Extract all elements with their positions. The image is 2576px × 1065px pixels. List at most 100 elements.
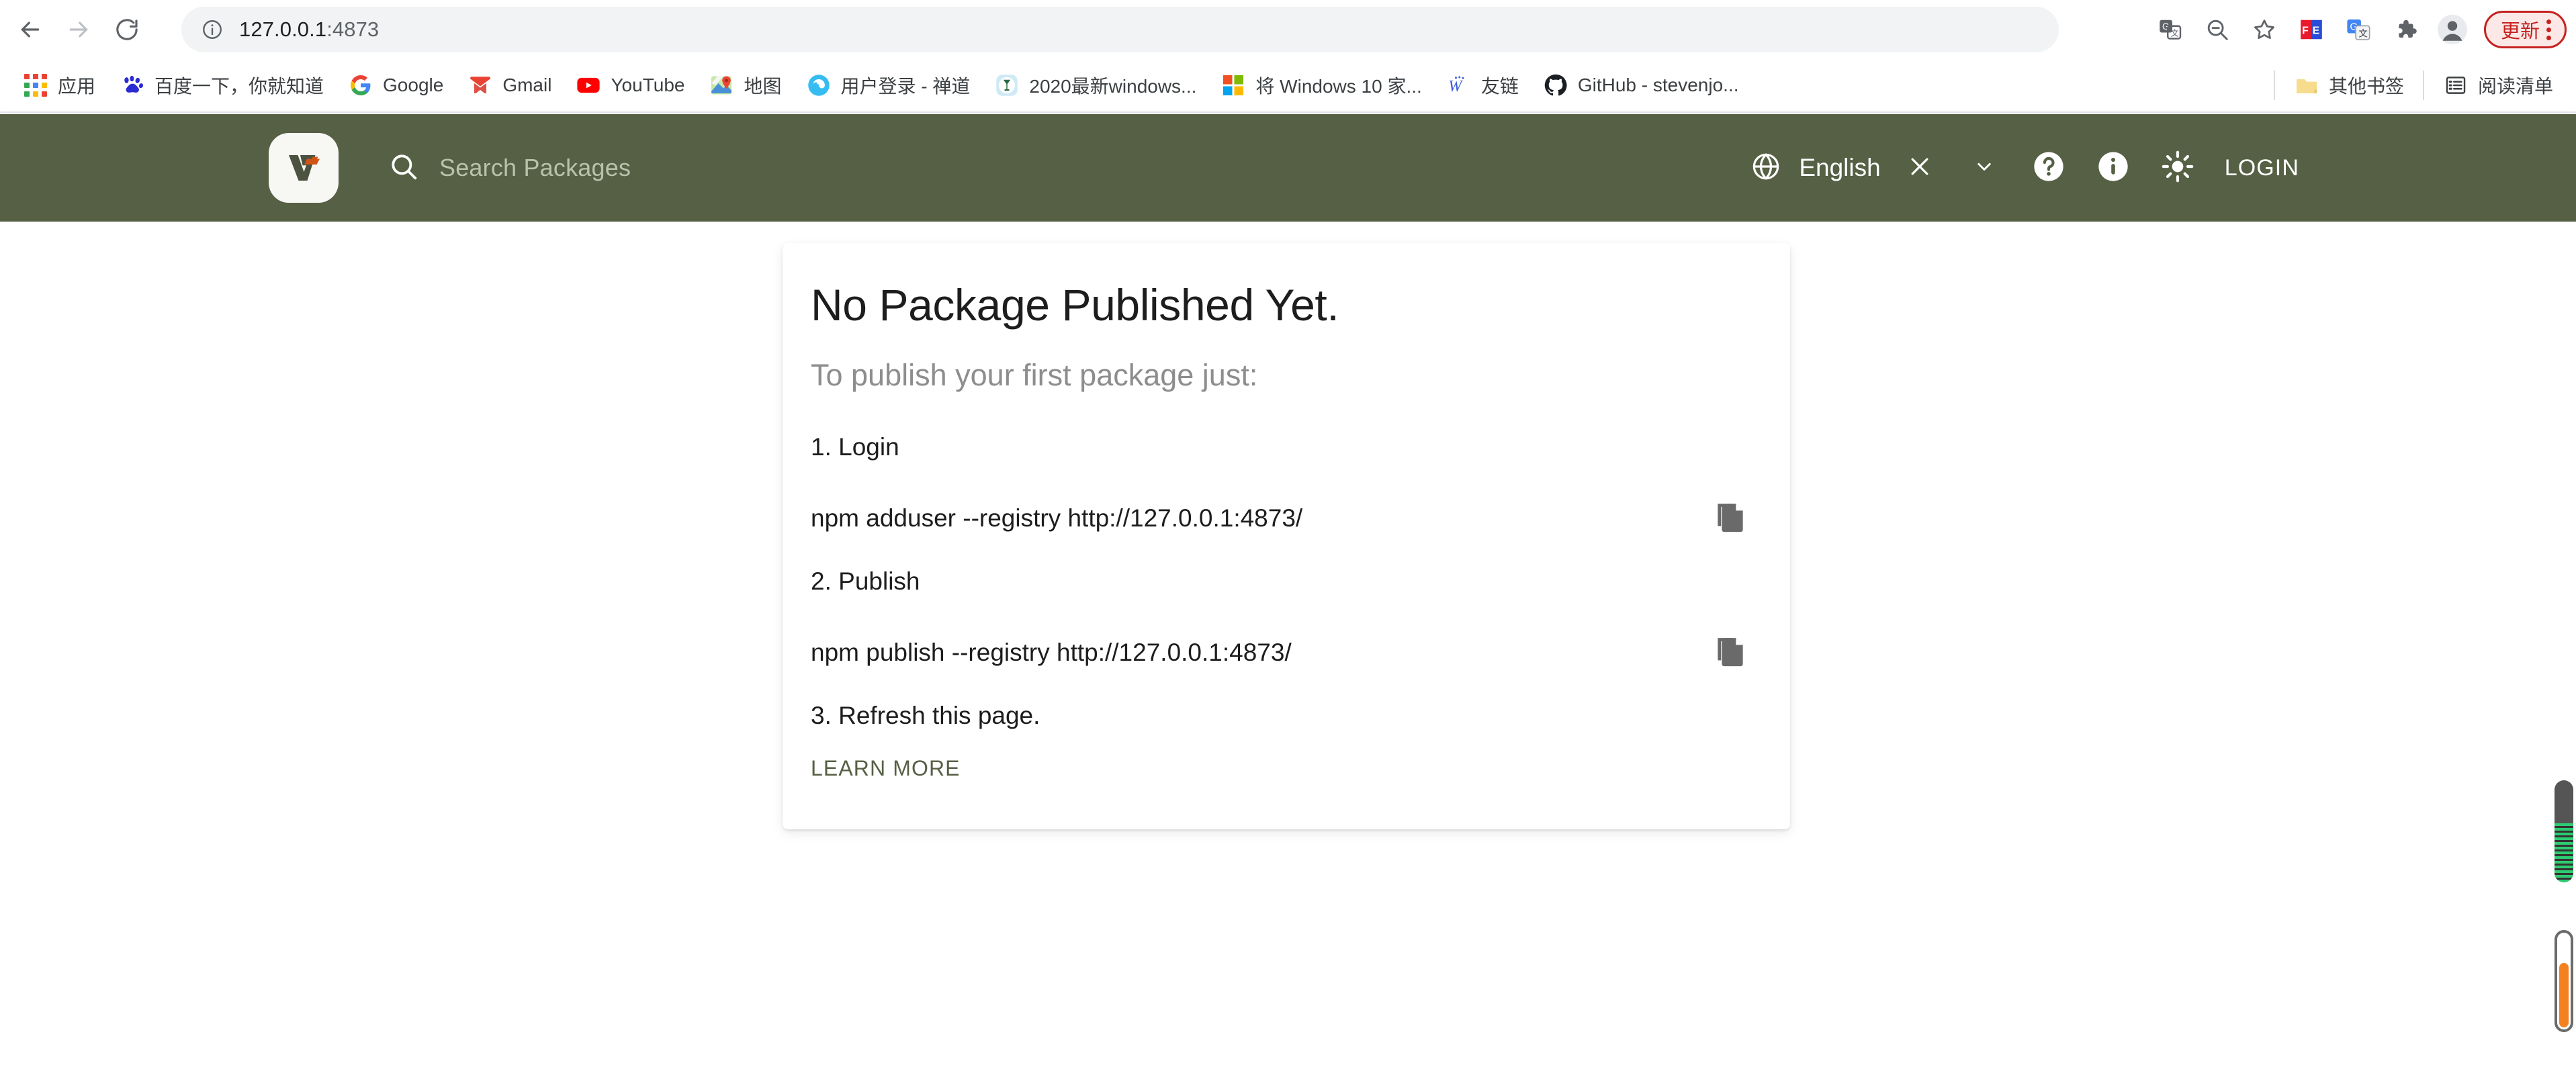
svg-text:W: W — [1448, 78, 1463, 95]
reload-button[interactable] — [107, 10, 146, 49]
orange-progress-indicator[interactable] — [2555, 930, 2573, 1032]
bookmark-star-icon[interactable] — [2244, 9, 2285, 50]
language-label: English — [1799, 154, 1881, 181]
orange-progress-fill — [2559, 963, 2569, 1027]
divider — [2273, 71, 2275, 100]
bookmark-reading-list[interactable]: 阅读清单 — [2431, 65, 2565, 105]
close-x-icon — [1906, 153, 1933, 183]
help-circle-icon — [2031, 149, 2066, 187]
extensions-puzzle-icon[interactable] — [2385, 9, 2426, 50]
windows-doc-icon — [994, 73, 1020, 98]
google-icon — [348, 73, 373, 98]
chevron-down-icon — [1972, 154, 1996, 182]
copy-icon[interactable] — [1707, 495, 1754, 542]
bookmark-other-bookmarks[interactable]: 其他书签 — [2282, 65, 2416, 105]
bookmark-label: 阅读清单 — [2477, 76, 2553, 97]
bookmark-gmail[interactable]: Gmail — [455, 65, 564, 105]
arrow-left-icon — [17, 16, 44, 43]
bookmark-maps[interactable]: 地图 — [697, 65, 793, 105]
bookmark-youlian[interactable]: W 友链 — [1434, 65, 1531, 105]
bookmark-label: 将 Windows 10 家... — [1255, 76, 1422, 97]
page-title: No Package Published Yet. — [811, 280, 1339, 330]
language-selector[interactable]: English — [1744, 151, 1887, 185]
publish-steps: 1. Login npm adduser --registry http://1… — [811, 433, 1762, 730]
language-dropdown-button[interactable] — [1952, 136, 2016, 200]
bookmark-zentao[interactable]: 用户登录 - 禅道 — [794, 65, 983, 105]
bookmarks-bar-right: 其他书签 阅读清单 — [2267, 65, 2565, 105]
copy-icon[interactable] — [1707, 629, 1754, 676]
bookmark-label: 友链 — [1480, 76, 1519, 97]
step-2-command: npm publish --registry http://127.0.0.1:… — [811, 638, 1292, 666]
kebab-menu-icon[interactable] — [2546, 19, 2551, 40]
bookmark-apps[interactable]: 应用 — [11, 65, 107, 105]
bookmark-label: YouTube — [611, 75, 685, 95]
bookmark-youtube[interactable]: YouTube — [564, 65, 697, 105]
bookmark-label: Google — [383, 75, 444, 95]
folder-icon — [2294, 73, 2319, 98]
back-button[interactable] — [11, 10, 50, 49]
bookmark-github[interactable]: GitHub - stevenjo... — [1531, 65, 1751, 105]
card-subtitle: To publish your first package just: — [811, 357, 1258, 392]
svg-text:文: 文 — [2171, 28, 2179, 38]
verdaccio-header-actions: English LOGIN — [1744, 136, 2314, 200]
svg-text:E: E — [2313, 25, 2320, 36]
info-circle-icon — [2096, 149, 2131, 187]
package-search[interactable]: Search Packages — [388, 151, 1744, 185]
github-icon — [1543, 73, 1568, 98]
divider — [2422, 71, 2424, 100]
baidu-icon — [120, 73, 145, 98]
search-input[interactable]: Search Packages — [439, 154, 631, 182]
bookmark-label: 地图 — [744, 76, 782, 97]
browser-nav-group — [11, 10, 146, 49]
toolbar-right-icons: G 文 F E G 文 更新 — [2149, 5, 2567, 54]
address-bar-url: 127.0.0.1:4873 — [239, 17, 379, 42]
svg-text:F: F — [2302, 25, 2309, 36]
step-3-label: 3. Refresh this page. — [811, 701, 1040, 729]
forward-button[interactable] — [59, 10, 98, 49]
verdaccio-app-header: Search Packages English LOGIN — [0, 114, 2576, 222]
bookmark-label: 用户登录 - 禅道 — [840, 76, 971, 97]
learn-more-link[interactable]: LEARN MORE — [811, 756, 961, 781]
fe-extension-icon[interactable]: F E — [2291, 9, 2332, 50]
bookmark-label: 百度一下，你就知道 — [154, 76, 324, 97]
reload-icon — [114, 16, 140, 43]
translate-page-icon[interactable]: G 文 — [2149, 9, 2191, 50]
youtube-icon — [576, 73, 601, 98]
bookmark-google[interactable]: Google — [336, 65, 455, 105]
google-translate-extension-icon[interactable]: G 文 — [2338, 9, 2379, 50]
reading-list-icon — [2443, 73, 2469, 98]
step-2-label: 2. Publish — [811, 567, 920, 595]
step-1-label: 1. Login — [811, 432, 899, 461]
verdaccio-logo-icon[interactable] — [269, 133, 339, 203]
update-button[interactable]: 更新 — [2483, 11, 2567, 48]
bookmark-label: Gmail — [502, 75, 552, 95]
no-package-card: No Package Published Yet. To publish you… — [783, 243, 1790, 829]
bookmark-windows10[interactable]: 将 Windows 10 家... — [1208, 65, 1433, 105]
browser-toolbar: 127.0.0.1:4873 G 文 F E G 文 更新 — [0, 0, 2576, 59]
information-button[interactable] — [2081, 136, 2145, 200]
theme-toggle-button[interactable] — [2145, 136, 2210, 200]
striped-scroll-indicator[interactable] — [2555, 780, 2573, 882]
bookmark-label: 应用 — [58, 76, 96, 97]
bookmark-label: 2020最新windows... — [1029, 76, 1197, 97]
apps-grid-icon — [23, 73, 48, 98]
page-body: No Package Published Yet. To publish you… — [0, 222, 2576, 1065]
globe-icon — [1750, 151, 1781, 185]
gmail-icon — [468, 73, 493, 98]
address-bar[interactable]: 127.0.0.1:4873 — [181, 7, 2059, 52]
help-button[interactable] — [2016, 136, 2081, 200]
zoom-out-icon[interactable] — [2196, 9, 2238, 50]
bookmark-windows-doc[interactable]: 2020最新windows... — [982, 65, 1208, 105]
login-button[interactable]: LOGIN — [2210, 155, 2314, 181]
site-info-icon[interactable] — [199, 16, 226, 43]
bookmarks-bar: 应用 百度一下，你就知道 Google Gmail YouTube 地图 用户登… — [0, 59, 2576, 113]
bookmark-baidu[interactable]: 百度一下，你就知道 — [107, 65, 336, 105]
google-maps-icon — [709, 73, 734, 98]
url-port: :4873 — [326, 17, 380, 41]
step-1-command-row: npm adduser --registry http://127.0.0.1:… — [811, 495, 1762, 542]
arrow-right-icon — [65, 16, 92, 43]
svg-text:文: 文 — [2358, 28, 2367, 38]
profile-avatar-icon[interactable] — [2432, 9, 2473, 50]
update-button-label: 更新 — [2500, 21, 2540, 42]
language-clear-button[interactable] — [1887, 136, 1952, 200]
